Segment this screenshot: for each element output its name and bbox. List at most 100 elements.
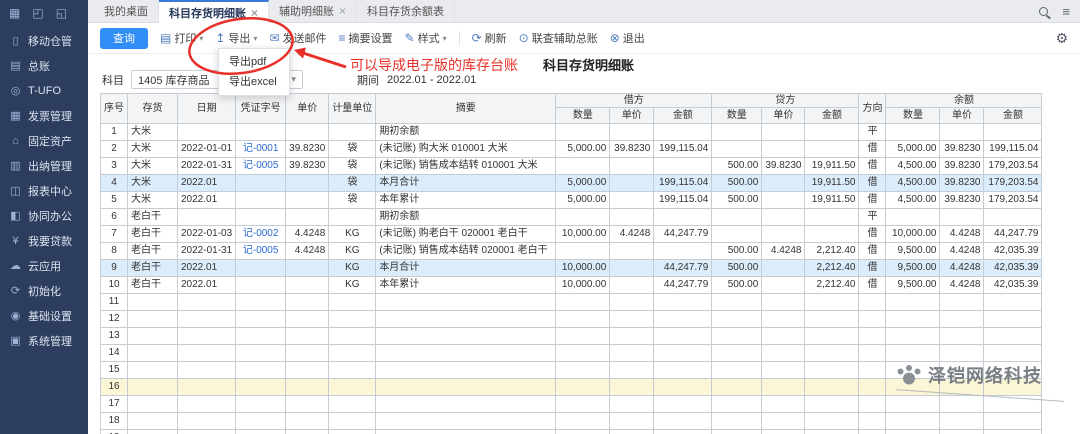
- close-icon[interactable]: ×: [339, 5, 346, 17]
- export-button[interactable]: ↥ 导出 ▾: [215, 30, 257, 46]
- sidebar-item-invoice[interactable]: ▦发票管理: [0, 103, 88, 128]
- sidebar-item-t-ufo[interactable]: ◎T-UFO: [0, 78, 88, 103]
- table-row[interactable]: 19: [101, 430, 1042, 434]
- table-row[interactable]: 14: [101, 345, 1042, 362]
- table-cell: [556, 158, 610, 175]
- refresh-button[interactable]: ⟳ 刷新: [472, 30, 507, 46]
- table-cell: 10,000.00: [556, 226, 610, 243]
- loan-icon: ¥: [9, 235, 22, 247]
- style-button[interactable]: ✎ 样式 ▾: [405, 30, 447, 46]
- table-cell: 500.00: [712, 260, 762, 277]
- table-cell: 44,247.79: [654, 277, 712, 294]
- table-row[interactable]: 2大米2022-01-01记-000139.8230袋(未记账) 购大米 010…: [101, 141, 1042, 158]
- close-icon[interactable]: ×: [251, 7, 258, 19]
- table-row[interactable]: 1大米期初余额平: [101, 124, 1042, 141]
- sidebar-item-report-center[interactable]: ◫报表中心: [0, 178, 88, 203]
- voucher-link[interactable]: 记-0005: [236, 243, 286, 260]
- sidebar-item-label: 系统管理: [28, 333, 72, 349]
- sidebar-item-system-admin[interactable]: ▣系统管理: [0, 328, 88, 353]
- table-row[interactable]: 3大米2022-01-31记-000539.8230袋(未记账) 销售成本结转 …: [101, 158, 1042, 175]
- table-cell: [610, 396, 654, 413]
- table-row[interactable]: 4大米2022.01袋本月合计5,000.00199,115.04500.001…: [101, 175, 1042, 192]
- table-cell: [286, 345, 329, 362]
- table-cell: [286, 260, 329, 277]
- table-row[interactable]: 7老白干2022-01-03记-00024.4248KG(未记账) 购老白干 0…: [101, 226, 1042, 243]
- tab-bar: 我的桌面科目存货明细账×辅助明细账× 科目存货余额表 ≡: [88, 0, 1080, 23]
- chevron-down-icon: ▾: [199, 34, 203, 43]
- table-cell: 借: [859, 141, 886, 158]
- table-row[interactable]: 11: [101, 294, 1042, 311]
- cloud-apps-icon: ☁: [9, 259, 22, 272]
- table-cell: [286, 328, 329, 345]
- table-row[interactable]: 10老白干2022.01KG本年累计10,000.0044,247.79500.…: [101, 277, 1042, 294]
- voucher-link[interactable]: 记-0005: [236, 158, 286, 175]
- table-cell: 大米: [128, 192, 178, 209]
- tab-4[interactable]: 科目存货余额表: [357, 0, 455, 22]
- tab-label: 我的桌面: [104, 3, 148, 19]
- table-row[interactable]: 15: [101, 362, 1042, 379]
- table-cell: 39.8230: [940, 141, 984, 158]
- apps-grid-icon[interactable]: ▦: [9, 6, 20, 20]
- table-row[interactable]: 6老白干期初余额平: [101, 209, 1042, 226]
- table-cell: [654, 396, 712, 413]
- tab-3[interactable]: 辅助明细账×: [269, 0, 357, 22]
- table-cell: [128, 396, 178, 413]
- exit-button[interactable]: ⊗ 退出: [610, 30, 645, 46]
- sidebar-item-cloud-apps[interactable]: ☁云应用: [0, 253, 88, 278]
- table-cell: [940, 311, 984, 328]
- tab-label: 科目存货余额表: [367, 3, 444, 19]
- panel-icon[interactable]: ◱: [56, 6, 67, 20]
- table-cell: [762, 209, 805, 226]
- sidebar-item-mobile-warehouse[interactable]: ▯移动仓管: [0, 28, 88, 53]
- table-cell: 4.4248: [940, 243, 984, 260]
- print-button[interactable]: ▤ 打印 ▾: [160, 30, 203, 46]
- voucher-link[interactable]: 记-0002: [236, 226, 286, 243]
- table-cell: (未记账) 销售成本结转 020001 老白干: [376, 243, 556, 260]
- sidebar-item-cashier[interactable]: ▥出纳管理: [0, 153, 88, 178]
- table-cell: [805, 345, 859, 362]
- search-icon[interactable]: [1039, 7, 1048, 16]
- table-row[interactable]: 13: [101, 328, 1042, 345]
- send-mail-button[interactable]: ✉ 发送邮件: [269, 30, 326, 46]
- export-excel-menu-item[interactable]: 导出excel: [219, 72, 289, 92]
- export-pdf-menu-item[interactable]: 导出pdf: [219, 52, 289, 72]
- menu-icon[interactable]: ≡: [1062, 5, 1070, 18]
- table-cell: [329, 209, 376, 226]
- tab-2[interactable]: 科目存货明细账×: [159, 0, 269, 23]
- send-mail-label: 发送邮件: [283, 30, 327, 46]
- table-cell: [376, 430, 556, 434]
- summary-settings-label: 摘要设置: [349, 30, 393, 46]
- gear-icon[interactable]: ⚙: [1055, 30, 1068, 47]
- period-value[interactable]: 2022.01 - 2022.01: [387, 74, 476, 86]
- table-cell: 39.8230: [762, 158, 805, 175]
- sidebar-item-loan[interactable]: ¥我要贷款: [0, 228, 88, 253]
- window-icon[interactable]: ◰: [32, 6, 43, 20]
- table-row[interactable]: 5大米2022.01袋本年累计5,000.00199,115.04500.001…: [101, 192, 1042, 209]
- table-row[interactable]: 8老白干2022-01-31记-00054.4248KG(未记账) 销售成本结转…: [101, 243, 1042, 260]
- voucher-link[interactable]: 记-0001: [236, 141, 286, 158]
- table-row[interactable]: 9老白干2022.01KG本月合计10,000.0044,247.79500.0…: [101, 260, 1042, 277]
- style-label: 样式: [418, 30, 440, 46]
- table-row[interactable]: 16: [101, 379, 1042, 396]
- sidebar-item-init[interactable]: ⟳初始化: [0, 278, 88, 303]
- tab-1[interactable]: 我的桌面: [94, 0, 159, 22]
- sidebar-item-basic-settings[interactable]: ◉基础设置: [0, 303, 88, 328]
- table-cell: [178, 209, 236, 226]
- table-row[interactable]: 18: [101, 413, 1042, 430]
- table-row[interactable]: 12: [101, 311, 1042, 328]
- table-cell: 18: [101, 413, 128, 430]
- table-cell: [556, 243, 610, 260]
- sidebar-item-collaboration[interactable]: ◧协同办公: [0, 203, 88, 228]
- table-cell: [610, 345, 654, 362]
- linked-query-button[interactable]: ⊙ 联查辅助总账: [519, 30, 598, 46]
- fixed-assets-icon: ⌂: [9, 135, 22, 147]
- table-cell: 44,247.79: [654, 260, 712, 277]
- sidebar-item-general-ledger[interactable]: ▤总账: [0, 53, 88, 78]
- table-cell: [286, 294, 329, 311]
- query-button[interactable]: 查询: [100, 28, 148, 49]
- summary-settings-button[interactable]: ≡ 摘要设置: [339, 30, 393, 46]
- table-cell: 13: [101, 328, 128, 345]
- table-cell: [712, 141, 762, 158]
- table-row[interactable]: 17: [101, 396, 1042, 413]
- sidebar-item-fixed-assets[interactable]: ⌂固定资产: [0, 128, 88, 153]
